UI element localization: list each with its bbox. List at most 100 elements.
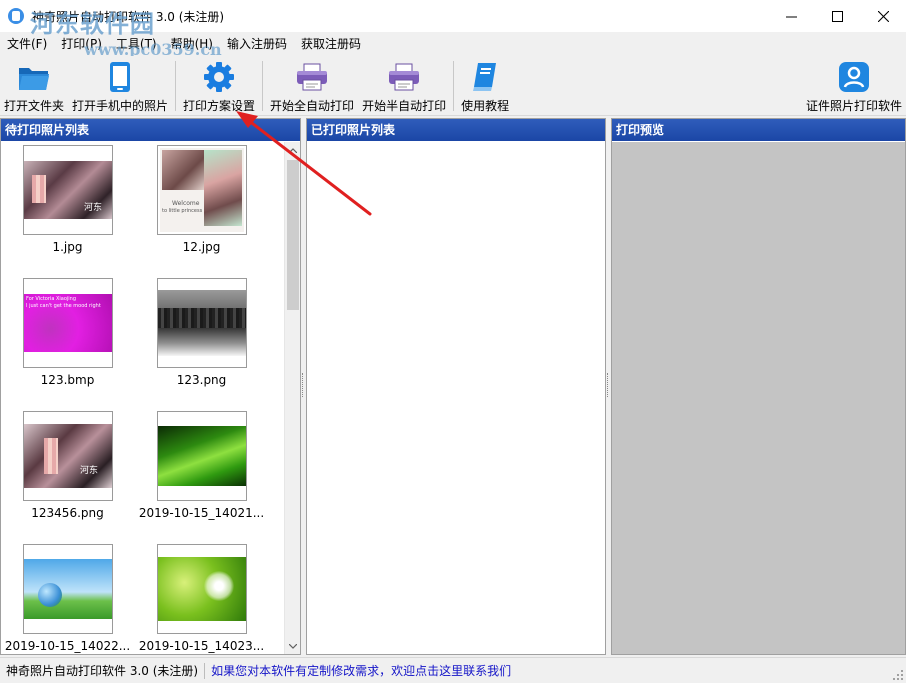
toolbar-separator	[262, 61, 264, 111]
print-preview-panel: 打印预览	[611, 118, 906, 655]
toolbar-separator	[453, 61, 455, 111]
window-controls	[768, 0, 906, 32]
thumbnail-image: For Victoria Xiaojing I just can't get t…	[24, 294, 112, 352]
menu-bar: 文件(F) 打印(P) 工具(T) 帮助(H) 输入注册码 获取注册码	[0, 32, 906, 56]
start-semi-auto-print-label: 开始半自动打印	[362, 99, 447, 113]
toolbar-separator	[175, 61, 177, 111]
start-auto-print-label: 开始全自动打印	[270, 99, 355, 113]
open-folder-button[interactable]: 打开文件夹	[0, 56, 68, 114]
vertical-scrollbar[interactable]	[284, 142, 300, 654]
printer-icon	[389, 63, 420, 91]
thumbnail-image: Welcome to little princess	[160, 148, 244, 232]
printed-photos-body	[307, 142, 605, 654]
start-semi-auto-print-button[interactable]: 开始半自动打印	[358, 56, 450, 114]
maximize-button[interactable]	[814, 0, 860, 32]
thumbnail-caption: 河东	[79, 466, 98, 476]
thumbnail-filename: 123.bmp	[40, 373, 95, 387]
phone-icon	[110, 62, 131, 92]
user-id-icon	[838, 62, 869, 92]
thumbnail-item[interactable]: 2019-10-15_14021...	[135, 408, 268, 528]
thumbnail-frame: 河东	[23, 145, 113, 235]
thumbnail-grid: 河东 1.jpg Welcome to little princess 12.j…	[1, 142, 284, 654]
thumbnail-frame	[157, 544, 247, 634]
thumbnail-item[interactable]: 2019-10-15_14022...	[1, 541, 134, 654]
thumbnail-frame: Welcome to little princess	[157, 145, 247, 235]
app-icon	[8, 8, 24, 24]
thumbnail-item[interactable]: 2019-10-15_14023...	[135, 541, 268, 654]
close-icon	[877, 10, 889, 22]
thumbnail-item[interactable]: Welcome to little princess 12.jpg	[135, 142, 268, 262]
thumbnail-item[interactable]: For Victoria Xiaojing I just can't get t…	[1, 275, 134, 395]
folder-icon	[19, 68, 49, 90]
thumbnail-item[interactable]: 河东 1.jpg	[1, 142, 134, 262]
scroll-down-button[interactable]	[285, 638, 301, 654]
print-settings-label: 打印方案设置	[183, 99, 256, 113]
thumbnail-image: 河东	[24, 424, 112, 488]
thumbnail-caption: I just can't get the mood right	[26, 303, 101, 309]
thumbnail-frame: For Victoria Xiaojing I just can't get t…	[23, 278, 113, 368]
resize-grip-icon[interactable]	[892, 669, 904, 681]
menu-help[interactable]: 帮助(H)	[164, 32, 220, 56]
thumbnail-image	[158, 290, 246, 356]
maximize-icon	[831, 10, 843, 22]
thumbnail-image	[158, 557, 246, 621]
gear-icon	[204, 62, 235, 92]
menu-get-register-code[interactable]: 获取注册码	[294, 32, 368, 56]
thumbnail-item[interactable]: 123.png	[135, 275, 268, 395]
menu-enter-register-code[interactable]: 输入注册码	[220, 32, 294, 56]
contact-us-link[interactable]: 如果您对本软件有定制修改需求，欢迎点击这里联系我们	[205, 662, 511, 679]
printed-photos-panel: 已打印照片列表	[306, 118, 606, 655]
menu-tools[interactable]: 工具(T)	[109, 32, 164, 56]
thumbnail-image	[24, 559, 112, 619]
thumbnail-caption: to little princess	[162, 208, 203, 214]
print-preview-body	[612, 142, 905, 654]
print-preview-header: 打印预览	[612, 119, 905, 141]
open-phone-photos-button[interactable]: 打开手机中的照片	[68, 56, 172, 114]
minimize-icon	[785, 16, 797, 17]
thumbnail-filename: 2019-10-15_14022...	[4, 639, 131, 653]
thumbnail-frame: 河东	[23, 411, 113, 501]
thumbnail-caption: Welcome	[172, 200, 200, 207]
thumbnail-filename: 123456.png	[31, 506, 104, 520]
book-icon	[473, 63, 497, 91]
pending-photos-panel: 待打印照片列表 河东 1.jpg Welcome to little princ…	[0, 118, 301, 655]
minimize-button[interactable]	[768, 0, 814, 32]
printer-icon	[297, 63, 328, 91]
id-photo-software-label: 证件照片打印软件	[805, 99, 902, 113]
thumbnail-caption: For Victoria Xiaojing	[26, 296, 77, 302]
scroll-up-button[interactable]	[285, 142, 301, 158]
thumbnail-image	[158, 426, 246, 486]
status-app-name: 神奇照片自动打印软件 3.0 (未注册)	[0, 662, 206, 679]
thumbnail-frame	[157, 278, 247, 368]
thumbnail-frame	[23, 544, 113, 634]
chevron-up-icon	[289, 147, 297, 153]
thumbnail-filename: 123.png	[176, 373, 227, 387]
window-title: 神奇照片自动打印软件 3.0 (未注册)	[32, 9, 225, 24]
pending-photos-header: 待打印照片列表	[1, 119, 300, 141]
print-settings-button[interactable]: 打印方案设置	[179, 56, 259, 114]
close-button[interactable]	[860, 0, 906, 32]
menu-file[interactable]: 文件(F)	[0, 32, 54, 56]
thumbnail-filename: 2019-10-15_14021...	[138, 506, 265, 520]
pending-photos-body: 河东 1.jpg Welcome to little princess 12.j…	[1, 142, 300, 654]
id-photo-software-button[interactable]: 证件照片打印软件	[802, 56, 906, 114]
toolbar: 打开文件夹 打开手机中的照片 打印方案设置 开始全自动打印 开始半自动打印 使用…	[0, 56, 906, 116]
open-folder-label: 打开文件夹	[4, 99, 65, 113]
scroll-thumb[interactable]	[287, 160, 299, 310]
thumbnail-image: 河东	[24, 161, 112, 219]
start-auto-print-button[interactable]: 开始全自动打印	[266, 56, 358, 114]
menu-print[interactable]: 打印(P)	[54, 32, 109, 56]
thumbnail-item[interactable]: 河东 123456.png	[1, 408, 134, 528]
open-phone-photos-label: 打开手机中的照片	[72, 99, 169, 113]
tutorial-label: 使用教程	[461, 99, 510, 113]
thumbnail-caption: 河东	[83, 203, 102, 213]
title-bar: 神奇照片自动打印软件 3.0 (未注册)	[0, 0, 906, 32]
thumbnail-frame	[157, 411, 247, 501]
tutorial-button[interactable]: 使用教程	[457, 56, 513, 114]
status-bar: 神奇照片自动打印软件 3.0 (未注册) 如果您对本软件有定制修改需求，欢迎点击…	[0, 657, 906, 683]
printed-photos-header: 已打印照片列表	[307, 119, 605, 141]
thumbnail-filename: 2019-10-15_14023...	[138, 639, 265, 653]
chevron-down-icon	[289, 643, 297, 649]
thumbnail-filename: 12.jpg	[182, 240, 221, 254]
thumbnail-filename: 1.jpg	[52, 240, 83, 254]
